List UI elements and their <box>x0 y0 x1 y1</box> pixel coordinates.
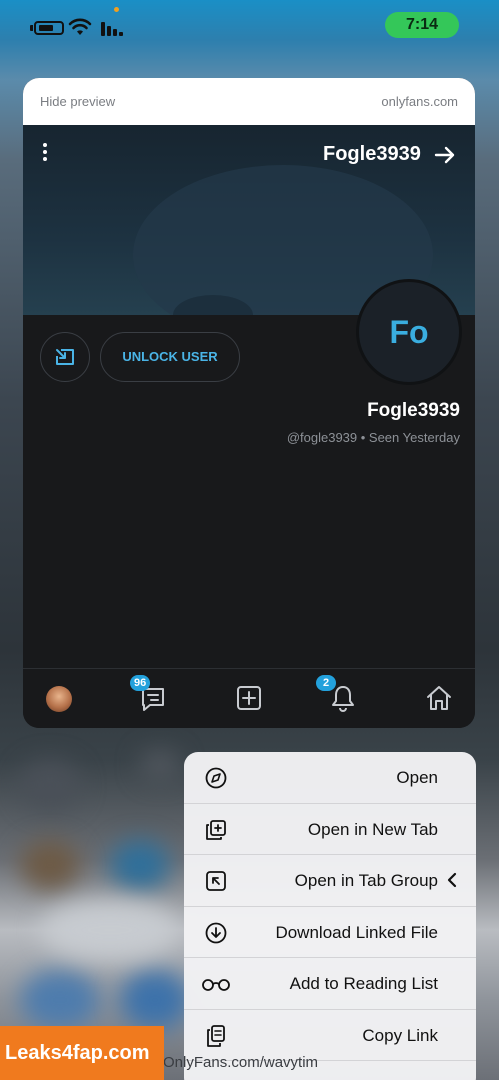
link-preview-card[interactable]: Hide preview onlyfans.com Fogle3939 Fo U… <box>23 78 475 728</box>
background-blur <box>20 760 80 810</box>
share-button[interactable] <box>40 332 90 382</box>
wifi-icon <box>68 18 92 35</box>
new-tab-icon <box>206 819 226 840</box>
messages-count-badge: 96 <box>130 675 151 691</box>
menu-item-open[interactable]: Open <box>184 752 476 804</box>
profile-handle-status: @fogle3939 • Seen Yesterday <box>286 430 460 445</box>
download-icon <box>205 922 227 943</box>
menu-item-label: Copy Link <box>362 1025 438 1045</box>
menu-item-open-tab-group[interactable]: Open in Tab Group <box>184 855 476 907</box>
menu-item-label: Download Linked File <box>275 922 438 942</box>
background-blur <box>20 970 100 1030</box>
status-time: 7:14 <box>385 12 459 38</box>
preview-domain: onlyfans.com <box>381 94 458 109</box>
chevron-left-icon <box>447 872 457 888</box>
menu-item-label: Open in New Tab <box>307 819 438 839</box>
status-bar: 7:14 <box>0 0 499 54</box>
link-context-menu: Open Open in New Tab Open in Tab Group D… <box>184 752 476 1080</box>
tab-group-icon <box>206 871 226 891</box>
cellular-signal-icon <box>101 22 123 36</box>
battery-icon <box>34 21 64 35</box>
battery-icon <box>30 25 33 31</box>
menu-item-label: Open in Tab Group <box>294 871 438 890</box>
background-blur <box>20 840 80 890</box>
profile-header-title: Fogle3939 <box>323 143 421 165</box>
compass-icon <box>205 767 227 789</box>
unlock-user-button[interactable]: UNLOCK USER <box>100 332 240 382</box>
notifications-count-badge: 2 <box>316 675 336 691</box>
background-blur <box>140 750 180 780</box>
menu-item-add-reading-list[interactable]: Add to Reading List <box>184 958 476 1010</box>
user-avatar-tab[interactable] <box>46 686 72 712</box>
share-icon <box>56 349 74 365</box>
home-icon <box>427 686 451 710</box>
background-blur <box>110 840 170 890</box>
menu-item-label: Open <box>396 768 438 787</box>
link-url-peek: OnlyFans.com/wavytim <box>163 1054 319 1071</box>
bottom-tab-bar: 96 2 <box>23 668 475 728</box>
avatar[interactable]: Fo <box>356 279 462 385</box>
add-post-icon <box>237 686 261 710</box>
tab-new-post[interactable] <box>234 683 264 713</box>
menu-item-download-linked-file[interactable]: Download Linked File <box>184 907 476 958</box>
more-options-icon[interactable] <box>40 143 50 165</box>
back-arrow-icon[interactable] <box>433 143 457 167</box>
background-blur <box>120 970 190 1030</box>
copy-icon <box>207 1024 225 1047</box>
watermark: Leaks4fap.com <box>0 1026 164 1080</box>
privacy-indicator-dot <box>114 7 119 12</box>
preview-header: Hide preview onlyfans.com <box>23 78 475 125</box>
menu-item-label: Add to Reading List <box>289 974 438 993</box>
tab-home[interactable] <box>424 683 454 713</box>
tab-messages[interactable]: 96 <box>130 675 168 713</box>
background-blur <box>40 900 180 960</box>
glasses-icon <box>202 979 230 991</box>
menu-item-open-new-tab[interactable]: Open in New Tab <box>184 804 476 855</box>
hide-preview-button[interactable]: Hide preview <box>40 94 115 109</box>
tab-notifications[interactable]: 2 <box>316 675 358 713</box>
profile-display-name: Fogle3939 <box>367 400 460 421</box>
